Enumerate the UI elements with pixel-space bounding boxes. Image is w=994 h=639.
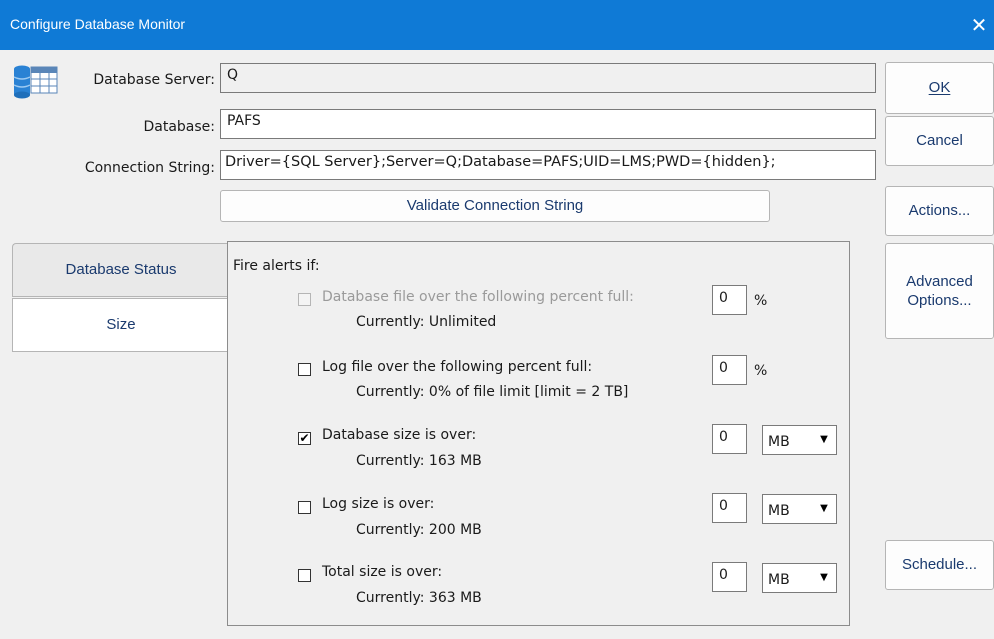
connection-string-label: Connection String: [84,160,215,176]
total-size-unit-select[interactable]: MB ▼ [762,563,837,593]
log-size-label: Log size is over: [322,496,435,512]
tab-size[interactable]: Size [12,298,229,352]
check-icon: ✔ [299,431,310,445]
database-size-unit-value: MB [768,434,790,450]
log-file-percent-input[interactable]: 0 [712,355,747,385]
database-table-icon [13,65,58,99]
db-file-percent-unit: % [754,293,768,309]
total-size-checkbox[interactable] [298,569,311,582]
advanced-options-label-line1: Advanced [906,273,973,290]
db-file-percent-checkbox[interactable] [298,293,311,306]
log-size-unit-select[interactable]: MB ▼ [762,494,837,524]
schedule-button[interactable]: Schedule... [885,540,994,590]
validate-connection-button[interactable]: Validate Connection String [220,190,770,222]
ok-button-label: OK [928,79,951,96]
actions-button[interactable]: Actions... [885,186,994,236]
total-size-label: Total size is over: [322,564,443,580]
chevron-down-icon: ▼ [820,572,828,583]
db-file-percent-current: Currently: Unlimited [356,314,497,330]
log-size-current: Currently: 200 MB [356,522,482,538]
log-size-checkbox[interactable] [298,501,311,514]
server-field[interactable]: Q [220,63,876,93]
ok-button[interactable]: OK [885,62,994,114]
database-field[interactable]: PAFS [220,109,876,139]
log-file-percent-current: Currently: 0% of file limit [limit = 2 T… [356,384,629,400]
total-size-current: Currently: 363 MB [356,590,482,606]
log-file-percent-label: Log file over the following percent full… [322,359,593,375]
log-size-unit-value: MB [768,503,790,519]
server-label: Database Server: [93,72,215,88]
database-size-current: Currently: 163 MB [356,453,482,469]
window-title: Configure Database Monitor [10,16,186,32]
size-settings-panel: Fire alerts if: Database file over the f… [227,241,850,626]
database-size-input[interactable]: 0 [712,424,747,454]
database-size-unit-select[interactable]: MB ▼ [762,425,837,455]
database-size-label: Database size is over: [322,427,477,443]
close-icon[interactable]: ✕ [964,10,994,40]
advanced-options-button[interactable]: Advanced Options... [885,243,994,339]
title-bar: Configure Database Monitor ✕ [0,0,994,50]
actions-button-label: Actions... [908,202,971,219]
log-size-input[interactable]: 0 [712,493,747,523]
cancel-button[interactable]: Cancel [885,116,994,166]
tab-database-status[interactable]: Database Status [12,243,229,297]
schedule-button-label: Schedule... [901,556,978,573]
cancel-button-label: Cancel [916,132,963,149]
database-label: Database: [143,119,215,135]
chevron-down-icon: ▼ [820,503,828,514]
total-size-input[interactable]: 0 [712,562,747,592]
connection-string-field[interactable]: Driver={SQL Server};Server=Q;Database=PA… [220,150,876,180]
chevron-down-icon: ▼ [820,434,828,445]
log-file-percent-unit: % [754,363,768,379]
db-file-percent-label: Database file over the following percent… [322,289,634,305]
log-file-percent-checkbox[interactable] [298,363,311,376]
db-file-percent-input[interactable]: 0 [712,285,747,315]
database-size-checkbox[interactable]: ✔ [298,432,311,445]
panel-heading: Fire alerts if: [233,258,320,274]
advanced-options-label-line2: Options... [907,292,972,309]
total-size-unit-value: MB [768,572,790,588]
